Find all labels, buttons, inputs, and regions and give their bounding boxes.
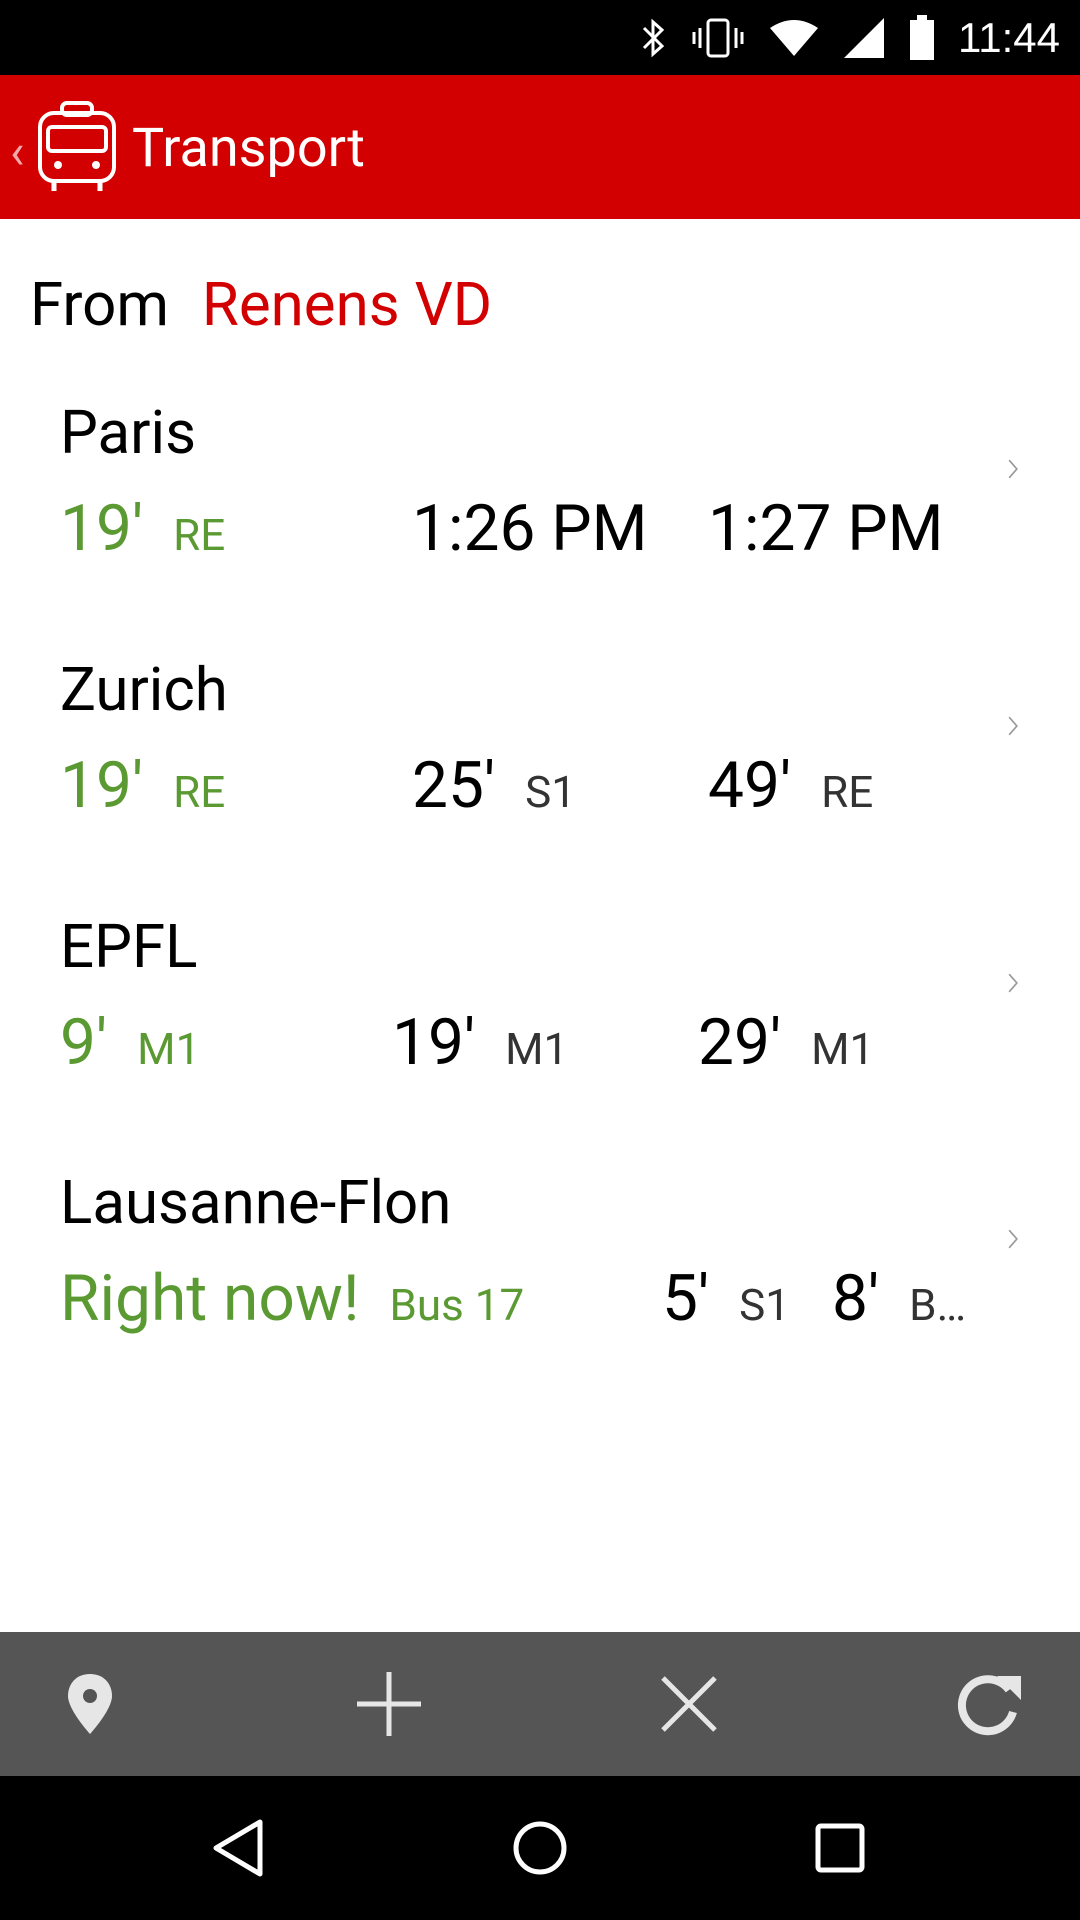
departure-time: Right now! [60, 1261, 360, 1336]
departure-line: M1 [811, 1023, 875, 1075]
action-toolbar [0, 1632, 1080, 1776]
departure-line: S1 [525, 766, 576, 818]
chevron-right-icon [1008, 459, 1018, 479]
app-bar: ‹ Transport [0, 75, 1080, 219]
departure-time: 1:26 PM [412, 491, 648, 566]
back-triangle-icon[interactable] [208, 1816, 272, 1880]
from-line: From Renens VD [30, 270, 492, 340]
departure-line: RE [173, 509, 226, 561]
departure-3: 49' RE [708, 751, 873, 821]
departure-line: S1 [739, 1279, 791, 1331]
recents-square-icon[interactable] [808, 1816, 872, 1880]
battery-icon [910, 14, 934, 60]
destination-name: EPFL [60, 911, 198, 982]
signal-icon [844, 17, 884, 58]
from-label: From [30, 269, 169, 340]
vibrate-icon [692, 18, 744, 57]
destination-name: Lausanne-Flon [60, 1167, 452, 1238]
add-icon[interactable] [353, 1668, 425, 1740]
departure-3: 8' B… [832, 1264, 966, 1334]
destination-row-paris[interactable]: Paris 19' RE 1:26 PM 1:27 PM [0, 398, 1080, 638]
wifi-icon [770, 19, 818, 56]
destination-row-zurich[interactable]: Zurich 19' RE 25' S1 49' RE [0, 655, 1080, 895]
departure-time: 19' [60, 748, 144, 823]
departure-line: B… [909, 1279, 967, 1331]
departure-2: 5' S1 [662, 1264, 790, 1334]
back-chevron-icon[interactable]: ‹ [10, 123, 24, 180]
departure-1: 19' RE [60, 494, 225, 564]
departure-time: 25' [412, 748, 496, 823]
departure-time: 29' [698, 1005, 782, 1080]
home-circle-icon[interactable] [508, 1816, 572, 1880]
location-pin-icon[interactable] [54, 1668, 126, 1740]
refresh-icon[interactable] [953, 1668, 1025, 1740]
status-time: 11:44 [958, 13, 1060, 61]
destination-row-lausanne-flon[interactable]: Lausanne-Flon Right now! Bus 17 5' S1 8'… [0, 1168, 1080, 1408]
departure-2: 19' M1 [392, 1008, 568, 1078]
from-station[interactable]: Renens VD [202, 269, 492, 340]
system-nav-bar [0, 1776, 1080, 1920]
departure-3: 1:27 PM [708, 494, 944, 564]
departure-time: 1:27 PM [708, 491, 944, 566]
destination-name: Zurich [60, 654, 228, 725]
bluetooth-icon [642, 18, 665, 57]
departure-line: M1 [505, 1023, 569, 1075]
app-title: Transport [132, 117, 365, 180]
departure-time: 9' [60, 1005, 108, 1080]
departure-line: RE [173, 766, 226, 818]
close-icon[interactable] [653, 1668, 725, 1740]
chevron-right-icon [1008, 716, 1018, 736]
departure-time: 5' [662, 1261, 710, 1336]
departure-time: 49' [708, 748, 792, 823]
departure-2: 25' S1 [412, 751, 576, 821]
departure-time: 8' [832, 1261, 880, 1336]
chevron-right-icon [1008, 973, 1018, 993]
destination-row-epfl[interactable]: EPFL 9' M1 19' M1 29' M1 [0, 912, 1080, 1152]
bus-icon[interactable] [32, 99, 122, 195]
chevron-right-icon [1008, 1229, 1018, 1249]
departure-2: 1:26 PM [412, 494, 648, 564]
departure-line: M1 [137, 1023, 201, 1075]
departure-time: 19' [392, 1005, 476, 1080]
departure-line: RE [821, 766, 874, 818]
destination-name: Paris [60, 397, 197, 468]
departure-1: 9' M1 [60, 1008, 200, 1078]
departure-time: 19' [60, 491, 144, 566]
departure-line: Bus 17 [389, 1279, 525, 1331]
departure-1: Right now! Bus 17 [60, 1264, 524, 1334]
status-bar: 11:44 [0, 0, 1080, 75]
departure-1: 19' RE [60, 751, 225, 821]
departure-3: 29' M1 [698, 1008, 874, 1078]
